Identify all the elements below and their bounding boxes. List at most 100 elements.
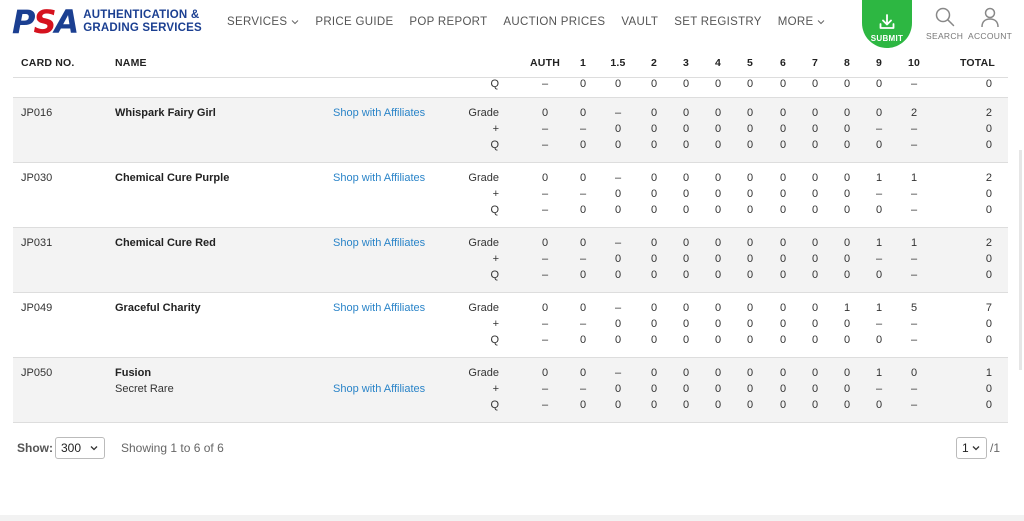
- pop-count-value: 0: [843, 139, 851, 151]
- main-nav: SERVICES PRICE GUIDE POP REPORT AUCTION PRI…: [227, 16, 841, 28]
- pop-count-value: 0: [650, 269, 658, 281]
- search-label: SEARCH: [926, 31, 964, 41]
- pop-count-value: –: [614, 107, 622, 119]
- pop-count-value: –: [910, 383, 918, 395]
- pop-count-value: 0: [746, 383, 754, 395]
- pop-count-value: 0: [614, 253, 622, 265]
- pop-count-value: 0: [614, 383, 622, 395]
- pop-count-value: 0: [811, 139, 819, 151]
- nav-item-label: MORE: [777, 16, 814, 28]
- table-row: JP016 Whispark Fairy Girl Shop with Affili…: [13, 98, 1008, 163]
- pop-count-value: 0: [779, 188, 787, 200]
- column-header-card-no[interactable]: CARD NO.: [21, 57, 75, 69]
- table-body: JP016 Whispark Fairy Girl Shop with Affili…: [13, 98, 1008, 423]
- grade-type-label: Grade: [468, 172, 499, 184]
- card-number: JP016: [21, 107, 53, 119]
- nav-item-set-registry[interactable]: SET REGISTRY: [674, 16, 762, 28]
- pop-count-value: 0: [811, 237, 819, 249]
- pop-count-value: 1: [875, 302, 883, 314]
- pop-count-value: –: [541, 334, 549, 346]
- grade-type-label: +: [492, 383, 499, 395]
- page-scrollbar[interactable]: [1019, 150, 1022, 370]
- nav-item-services[interactable]: SERVICES: [227, 16, 299, 28]
- show-label: Show:: [17, 441, 53, 455]
- card-number: JP049: [21, 302, 53, 314]
- card-name: Graceful Charity: [115, 302, 201, 314]
- column-header-6[interactable]: 6: [768, 57, 798, 69]
- account-button[interactable]: ACCOUNT: [968, 6, 1012, 41]
- pop-count-value: 0: [779, 172, 787, 184]
- column-header-9[interactable]: 9: [864, 57, 894, 69]
- nav-item-auction-prices[interactable]: AUCTION PRICES: [503, 16, 605, 28]
- page-size-select[interactable]: 300: [55, 437, 105, 459]
- column-header-5[interactable]: 5: [735, 57, 765, 69]
- pop-count-value: 0: [541, 302, 549, 314]
- pop-count-value: 0: [714, 188, 722, 200]
- pop-count-value: –: [910, 269, 918, 281]
- pop-count-value: 0: [650, 188, 658, 200]
- page-select[interactable]: 1: [956, 437, 987, 459]
- pop-total-value: 0: [985, 123, 992, 135]
- column-header-3[interactable]: 3: [671, 57, 701, 69]
- pop-count-value: 0: [650, 204, 658, 216]
- column-header-7[interactable]: 7: [800, 57, 830, 69]
- pop-count-value: –: [541, 123, 549, 135]
- pop-total-value: 0: [985, 269, 992, 281]
- submit-label: SUBMIT: [870, 34, 904, 43]
- pop-count-value: 0: [779, 204, 787, 216]
- pop-count-value: 5: [910, 302, 918, 314]
- column-header-total[interactable]: TOTAL: [960, 57, 995, 69]
- pop-total-value: 0: [985, 383, 992, 395]
- column-header-1[interactable]: 1: [568, 57, 598, 69]
- nav-item-label: POP REPORT: [409, 16, 488, 28]
- nav-item-pop-report[interactable]: POP REPORT: [409, 16, 487, 28]
- column-header-8[interactable]: 8: [832, 57, 862, 69]
- pop-count-value: 0: [811, 318, 819, 330]
- shop-affiliates-link[interactable]: Shop with Affiliates: [333, 383, 425, 395]
- nav-item-price-guide[interactable]: PRICE GUIDE: [315, 16, 393, 28]
- pop-count-value: 1: [843, 302, 851, 314]
- pop-count-value: 0: [714, 269, 722, 281]
- pop-count-value: 1: [910, 237, 918, 249]
- table-row: JP030 Chemical Cure Purple Shop with Affil…: [13, 163, 1008, 228]
- pop-total-value: 1: [985, 367, 992, 379]
- card-variety: Secret Rare: [115, 383, 174, 395]
- column-header-10[interactable]: 10: [899, 57, 929, 69]
- nav-item-more[interactable]: MORE: [778, 16, 826, 28]
- table-row: JP049 Graceful Charity Shop with Affiliate…: [13, 293, 1008, 358]
- shop-affiliates-link[interactable]: Shop with Affiliates: [333, 107, 425, 119]
- pop-count-value: 0: [875, 204, 883, 216]
- search-icon: [935, 7, 954, 27]
- pop-count-value: 0: [650, 399, 658, 411]
- shop-affiliates-link[interactable]: Shop with Affiliates: [333, 302, 425, 314]
- shop-affiliates-link[interactable]: Shop with Affiliates: [333, 237, 425, 249]
- user-icon: [981, 7, 999, 28]
- pop-total-value: 0: [985, 334, 992, 346]
- pop-count-value: 0: [650, 123, 658, 135]
- column-header-auth[interactable]: AUTH: [530, 57, 560, 69]
- column-header-1-5[interactable]: 1.5: [603, 57, 633, 69]
- column-header-2[interactable]: 2: [639, 57, 669, 69]
- psa-logo[interactable]: PSA AUTHENTICATION & GRADING SERVICES: [12, 6, 202, 38]
- pop-count-value: 0: [714, 399, 722, 411]
- pop-count-value: 0: [714, 123, 722, 135]
- pop-count-value: 0: [541, 367, 549, 379]
- table-footer: Show: 300 Showing 1 to 6 of 6 1 /1: [17, 436, 1007, 460]
- pop-count-value: –: [614, 172, 622, 184]
- pop-count-value: 0: [682, 237, 690, 249]
- shop-affiliates-link[interactable]: Shop with Affiliates: [333, 172, 425, 184]
- pop-count-value: 0: [811, 334, 819, 346]
- pop-count-value: 0: [579, 78, 587, 90]
- search-button[interactable]: SEARCH: [926, 6, 963, 41]
- column-header-4[interactable]: 4: [703, 57, 733, 69]
- pop-count-value: 0: [811, 107, 819, 119]
- pop-count-value: 0: [779, 334, 787, 346]
- card-name: Chemical Cure Purple: [115, 172, 230, 184]
- pop-count-value: 0: [746, 188, 754, 200]
- submit-button[interactable]: SUBMIT: [862, 0, 912, 48]
- column-header-name[interactable]: NAME: [115, 57, 147, 69]
- pop-count-value: 0: [682, 367, 690, 379]
- grade-type-label: Grade: [468, 367, 499, 379]
- pop-count-value: 0: [779, 123, 787, 135]
- nav-item-vault[interactable]: VAULT: [621, 16, 658, 28]
